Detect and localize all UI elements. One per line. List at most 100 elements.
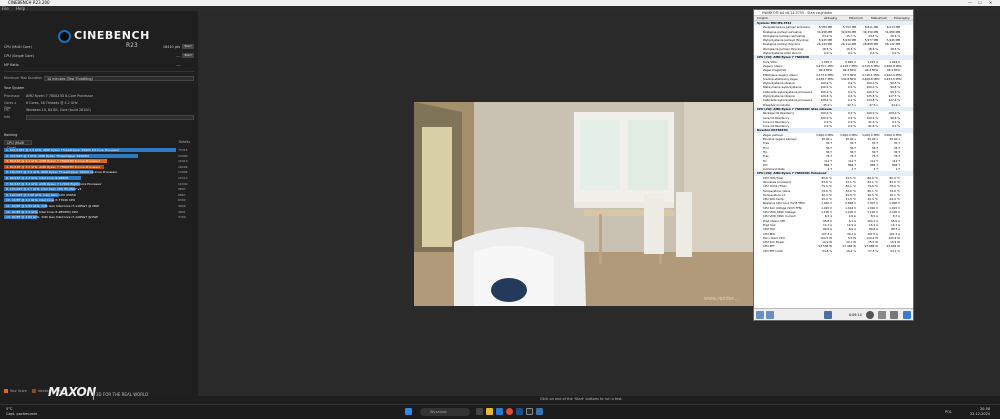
field-value: 8 Cores, 16 Threads @ 4.2 GHz (26, 101, 78, 105)
test-label: MP Ratio (4, 63, 19, 67)
maxon-logo: MAXON (48, 385, 96, 399)
test-label: CPU (Single Core) (4, 54, 34, 58)
ranking-score: 6867 (178, 192, 186, 197)
ranking-bar[interactable]: 2. 32C/64T @ 3 GHz, AMD Ryzen Threadripp… (4, 153, 139, 158)
start-multi-button[interactable]: Start (182, 44, 194, 49)
info-input[interactable] (26, 115, 194, 120)
render-image: www.render... (414, 102, 754, 306)
ranking-details-button[interactable]: Details (179, 140, 190, 145)
ranking-bar[interactable]: 5. 16C/32T @ 3.4 GHz, AMD Ryzen Threadri… (4, 170, 117, 175)
ranking-bar[interactable]: 9. 12C/24T @ 2.66 GHz, Intel Xeon CPU X5… (4, 192, 76, 197)
test-row-multi: CPU (Multi Core) 16410 pts Start (4, 44, 194, 50)
ranking-bar[interactable]: 13. 4C/8T @ 1.69 GHz, 11th Gen Intel Cor… (4, 215, 98, 220)
left-panel: CINEBENCH R23 CPU (Multi Core) 16410 pts… (0, 11, 198, 396)
hwinfo-window: HWiNFO® 64 v8.14-5755 - Stan czujników C… (753, 9, 914, 321)
logo-brand: CINEBENCH (74, 29, 150, 42)
min-test-label: Minimum Test Duration (4, 76, 43, 80)
clock-icon[interactable] (866, 311, 874, 319)
screen: CINEBENCH R23.200 — ☐ ✕ File Help CINEBE… (0, 0, 1000, 419)
min-test-select[interactable]: 10 minutes (Test Throttling) (44, 76, 194, 81)
ranking-score: 10313 (178, 176, 188, 180)
field-label: OS (4, 108, 9, 112)
report-icon[interactable] (878, 311, 886, 319)
start-single-button[interactable]: Start (182, 53, 194, 58)
file-explorer-icon[interactable] (486, 408, 493, 415)
sensor-value: 54.1 % (890, 248, 900, 253)
sensor-value: 57.3 % (868, 248, 878, 253)
cinebench-logo-icon (58, 30, 71, 43)
room-render-image: www.render... (414, 102, 754, 306)
language-indicator[interactable]: POL (945, 410, 952, 414)
test-score: --- (176, 54, 180, 58)
ranking-bar[interactable]: 6. 8C/16T @ 2.3 GHz, Intel Core i9-9880H (4, 176, 82, 180)
ranking-bar[interactable]: 12. 4C/8T @ 2.3 GHz, Intel Core i7-4850H… (4, 209, 78, 214)
ranking-bar[interactable]: 10. 4C/8T @ 4.2 GHz, Intel Core i7-7700K… (4, 198, 75, 203)
window-title: CINEBENCH R23.200 (8, 0, 50, 5)
ranking-bar[interactable]: 1. 64C/128T @ 2.9 GHz, AMD Ryzen Threadr… (4, 148, 176, 152)
clock[interactable]: 20:58 22.12.2024 (970, 407, 990, 416)
cinebench-taskbar-icon[interactable] (526, 408, 533, 415)
ranking-bar[interactable]: 3. 8C/16T @ 4.2 GHz, AMD Ryzen 7 7800X3D… (4, 159, 108, 164)
maxon-tagline: 3D FOR THE REAL WORLD (92, 388, 149, 400)
legend-your-score-swatch (4, 389, 8, 393)
taskbar: 5°C Częś. pochmurnie Wyszukaj POL 20:58 … (0, 404, 1000, 419)
nav-left-icon[interactable] (756, 311, 764, 319)
weather-widget[interactable]: 5°C Częś. pochmurnie (6, 407, 37, 416)
field-label: Info (4, 115, 11, 119)
legend-identical-swatch (31, 389, 36, 393)
svg-text:www.render...: www.render... (704, 296, 739, 302)
ranking-score: 9897 (178, 187, 186, 192)
system-heading: Your System (4, 86, 25, 90)
start-icon[interactable] (405, 408, 412, 415)
ranking-heading: Ranking (4, 133, 18, 137)
sensor-value: 54.8 % (822, 248, 832, 253)
field-value: AMD Ryzen 7 7800X3D 8-Core Processor (26, 94, 93, 98)
nav-right-icon[interactable] (766, 311, 774, 319)
task-view-icon[interactable] (476, 408, 483, 415)
ranking-score: 16410 (178, 159, 188, 164)
system-cores: Cores x GHz 8 Cores, 16 Threads @ 4.2 GH… (4, 101, 194, 110)
ranking-score: 23409 (178, 153, 188, 158)
hwinfo-taskbar-icon[interactable] (536, 408, 543, 415)
ranking-score: 10349 (178, 181, 188, 186)
search-box[interactable]: Wyszukaj (420, 408, 470, 416)
sensor-row[interactable]: CPU PPT Limit 54.8 % 16.1 % 57.3 % 54.1 % (754, 249, 913, 253)
close-sensors-icon[interactable] (903, 311, 911, 319)
test-row-mpratio: MP Ratio --- (4, 62, 194, 68)
steam-icon[interactable] (516, 408, 523, 415)
ranking-filter-select[interactable]: CPU (Multi Core) (4, 140, 32, 150)
ranking-score: 16294 (178, 164, 188, 169)
ranking-bar[interactable]: 7. 8C/16T @ 3.4 GHz, AMD Ryzen 7 1700X E… (4, 181, 102, 186)
network-icon[interactable] (824, 311, 832, 319)
clock-date: 22.12.2024 (970, 411, 991, 416)
sensor-value: 16.1 % (846, 248, 856, 253)
test-score: --- (176, 63, 180, 67)
ranking-bar[interactable]: 11. 4C/8T @ 2.81 GHz, 11th Gen Intel Cor… (4, 204, 99, 208)
system-os: OS Windows 10, 64 Bit, Core (build 26100… (4, 108, 194, 113)
ranking-bar[interactable]: 8. 12C/24T @ 2.7 GHz, Intel Xeon CPU E5-… (4, 187, 81, 192)
ranking-score: 3891 (178, 209, 186, 214)
hwinfo-sensor-list[interactable]: System: MSI MS-7E12 Zarejestrowana pamięć… (754, 21, 913, 309)
status-text: Click on one of the 'Start' buttons to r… (540, 397, 623, 401)
system-processor: Processor AMD Ryzen 7 7800X3D 8-Core Pro… (4, 94, 194, 99)
test-label: CPU (Multi Core) (4, 45, 32, 49)
chrome-icon[interactable] (506, 408, 513, 415)
settings-icon[interactable] (890, 311, 898, 319)
divider (4, 71, 194, 72)
test-score: 16410 pts (162, 45, 180, 49)
ranking-score: 6302 (178, 198, 186, 203)
ranking-score: 4904 (178, 204, 186, 208)
ranking-score: 75315 (178, 148, 188, 152)
min-test-duration: Minimum Test Duration 10 minutes (Test T… (4, 76, 194, 81)
ranking-filter-row: CPU (Multi Core) Details (4, 140, 194, 150)
field-label: Processor (4, 94, 20, 98)
hwinfo-toolbar: 0:09:14 (754, 308, 913, 320)
weather-desc: Częś. pochmurnie (6, 411, 38, 416)
edge-icon[interactable] (496, 408, 503, 415)
system-info: Info (4, 115, 194, 120)
elapsed-time: 0:09:14 (849, 313, 862, 317)
test-row-single: CPU (Single Core) --- Start (4, 53, 194, 59)
ranking-score: 3769 (178, 215, 186, 220)
sensor-name: CPU PPT Limit (763, 248, 783, 253)
ranking-bar[interactable]: 4. 8C/16T @ 4.2 GHz, AMD Ryzen 7 7800X3D… (4, 164, 104, 169)
